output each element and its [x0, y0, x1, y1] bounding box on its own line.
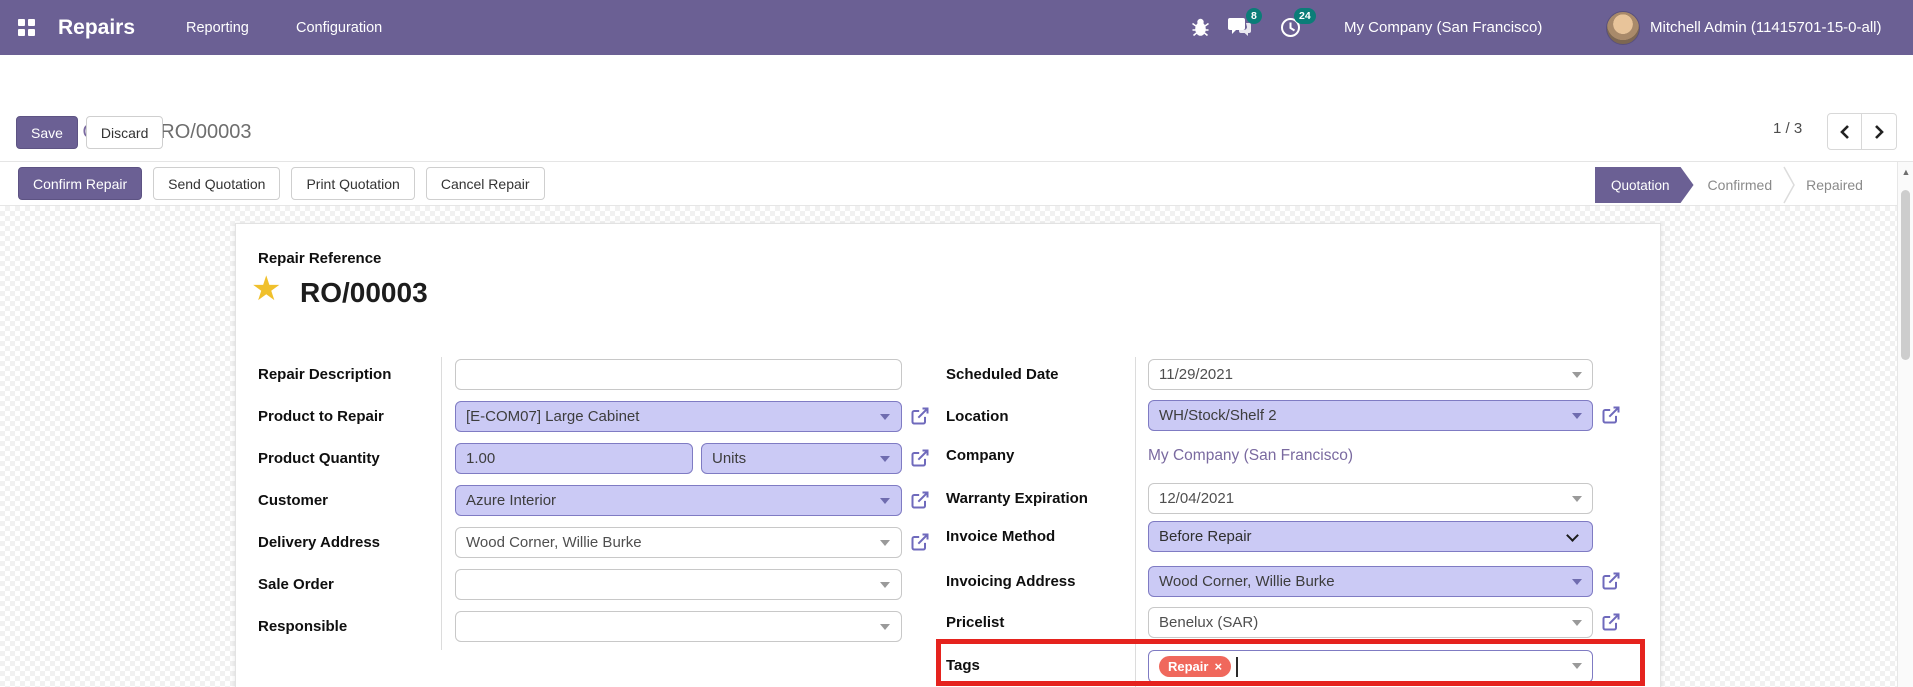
tag-name: Repair	[1168, 659, 1209, 674]
state-separator-chevron	[1783, 166, 1795, 204]
customer-label: Customer	[258, 492, 329, 509]
discard-button[interactable]: Discard	[85, 116, 164, 149]
sale-order-label: Sale Order	[258, 576, 334, 593]
scrollbar-thumb[interactable]	[1901, 190, 1910, 360]
warranty-expiration-label: Warranty Expiration	[946, 490, 1088, 507]
vertical-scrollbar[interactable]: ▲	[1897, 162, 1913, 687]
reference-label: Repair Reference	[258, 250, 382, 267]
warranty-expiration-caret-down-icon[interactable]	[1572, 496, 1582, 507]
pager-counter: 1 / 3	[1773, 120, 1803, 137]
menu-reporting[interactable]: Reporting	[186, 0, 249, 55]
favorite-star-icon[interactable]: ★	[251, 272, 281, 306]
left-column-separator	[441, 357, 442, 650]
messages-icon[interactable]	[1228, 0, 1251, 55]
statusbar: Confirm Repair Send Quotation Print Quot…	[0, 162, 1913, 206]
breadcrumb-current: RO/00003	[160, 121, 252, 143]
location-input[interactable]	[1148, 400, 1593, 431]
tag-remove-icon[interactable]: ×	[1214, 659, 1222, 674]
delivery-address-input[interactable]	[455, 527, 902, 558]
tag-pill: Repair ×	[1159, 656, 1232, 677]
app-window: Repairs Reporting Configuration 8 24 My …	[0, 0, 1913, 687]
scheduled-date-caret-down-icon[interactable]	[1572, 372, 1582, 383]
uom-input[interactable]	[701, 443, 902, 474]
location-label: Location	[946, 408, 1009, 425]
app-name[interactable]: Repairs	[58, 0, 135, 55]
state-quotation[interactable]: Quotation	[1595, 167, 1694, 203]
responsible-label: Responsible	[258, 618, 348, 635]
confirm-repair-button[interactable]: Confirm Repair	[18, 167, 143, 200]
invoice-method-select[interactable]: Before Repair	[1148, 521, 1593, 552]
activities-badge: 24	[1294, 8, 1316, 24]
print-quotation-button[interactable]: Print Quotation	[291, 167, 415, 200]
pricelist-caret-down-icon[interactable]	[1572, 620, 1582, 631]
invoicing-address-caret-down-icon[interactable]	[1572, 579, 1582, 590]
control-panel: Repair Orders / RO/00003 Save Discard 1 …	[0, 55, 1913, 162]
pricelist-input[interactable]	[1148, 607, 1593, 638]
product-to-repair-external-link-icon[interactable]	[910, 406, 930, 426]
sale-order-input[interactable]	[455, 569, 902, 600]
repair-description-label: Repair Description	[258, 366, 392, 383]
product-to-repair-caret-down-icon[interactable]	[880, 414, 890, 425]
location-caret-down-icon[interactable]	[1572, 413, 1582, 424]
scrollbar-up-arrow[interactable]: ▲	[1898, 167, 1913, 177]
avatar[interactable]	[1606, 0, 1640, 55]
debug-bug-icon[interactable]	[1192, 0, 1209, 55]
company-label: Company	[946, 447, 1015, 464]
pricelist-external-link-icon[interactable]	[1601, 612, 1621, 632]
tags-input[interactable]: Repair ×	[1148, 650, 1593, 683]
sale-order-caret-down-icon[interactable]	[880, 582, 890, 593]
location-external-link-icon[interactable]	[1601, 405, 1621, 425]
responsible-caret-down-icon[interactable]	[880, 624, 890, 635]
pager-next-button[interactable]	[1862, 113, 1897, 150]
product-to-repair-input[interactable]	[455, 401, 902, 432]
invoicing-address-label: Invoicing Address	[946, 573, 1076, 590]
customer-caret-down-icon[interactable]	[880, 498, 890, 509]
invoice-method-label: Invoice Method	[946, 528, 1056, 545]
scheduled-date-label: Scheduled Date	[946, 366, 1059, 383]
right-column-separator	[1135, 357, 1136, 687]
delivery-address-label: Delivery Address	[258, 534, 381, 551]
save-button[interactable]: Save	[16, 116, 78, 149]
state-repaired[interactable]: Repaired	[1806, 177, 1863, 193]
invoice-method-value: Before Repair	[1159, 528, 1252, 545]
customer-input[interactable]	[455, 485, 902, 516]
invoicing-address-input[interactable]	[1148, 566, 1593, 597]
state-confirmed[interactable]: Confirmed	[1708, 177, 1773, 193]
customer-external-link-icon[interactable]	[910, 490, 930, 510]
chevron-right-icon	[1875, 124, 1884, 139]
product-to-repair-label: Product to Repair	[258, 408, 384, 425]
product-quantity-label: Product Quantity	[258, 450, 380, 467]
repair-description-input[interactable]	[455, 359, 902, 390]
apps-grid-icon[interactable]	[18, 0, 35, 55]
pricelist-label: Pricelist	[946, 614, 1005, 631]
chevron-left-icon	[1839, 124, 1849, 139]
responsible-input[interactable]	[455, 611, 902, 642]
text-cursor	[1236, 656, 1238, 677]
user-menu[interactable]: Mitchell Admin (11415701-15-0-all)	[1650, 0, 1882, 55]
pager-prev-button[interactable]	[1827, 113, 1862, 150]
company-switcher[interactable]: My Company (San Francisco)	[1344, 0, 1542, 55]
uom-caret-down-icon[interactable]	[880, 456, 890, 467]
delivery-address-caret-down-icon[interactable]	[880, 540, 890, 551]
send-quotation-button[interactable]: Send Quotation	[153, 167, 281, 200]
product-quantity-input[interactable]	[455, 443, 693, 474]
cancel-repair-button[interactable]: Cancel Repair	[425, 167, 545, 200]
uom-external-link-icon[interactable]	[910, 448, 930, 468]
scheduled-date-input[interactable]	[1148, 359, 1593, 390]
company-value-link[interactable]: My Company (San Francisco)	[1148, 447, 1353, 465]
warranty-expiration-input[interactable]	[1148, 483, 1593, 514]
tags-caret-down-icon[interactable]	[1572, 663, 1582, 674]
menu-configuration[interactable]: Configuration	[296, 0, 382, 55]
messages-badge: 8	[1246, 8, 1262, 24]
delivery-address-external-link-icon[interactable]	[910, 532, 930, 552]
repair-reference-title: RO/00003	[300, 277, 428, 308]
invoicing-address-external-link-icon[interactable]	[1601, 571, 1621, 591]
top-navbar: Repairs Reporting Configuration 8 24 My …	[0, 0, 1913, 55]
tags-label: Tags	[946, 657, 980, 674]
